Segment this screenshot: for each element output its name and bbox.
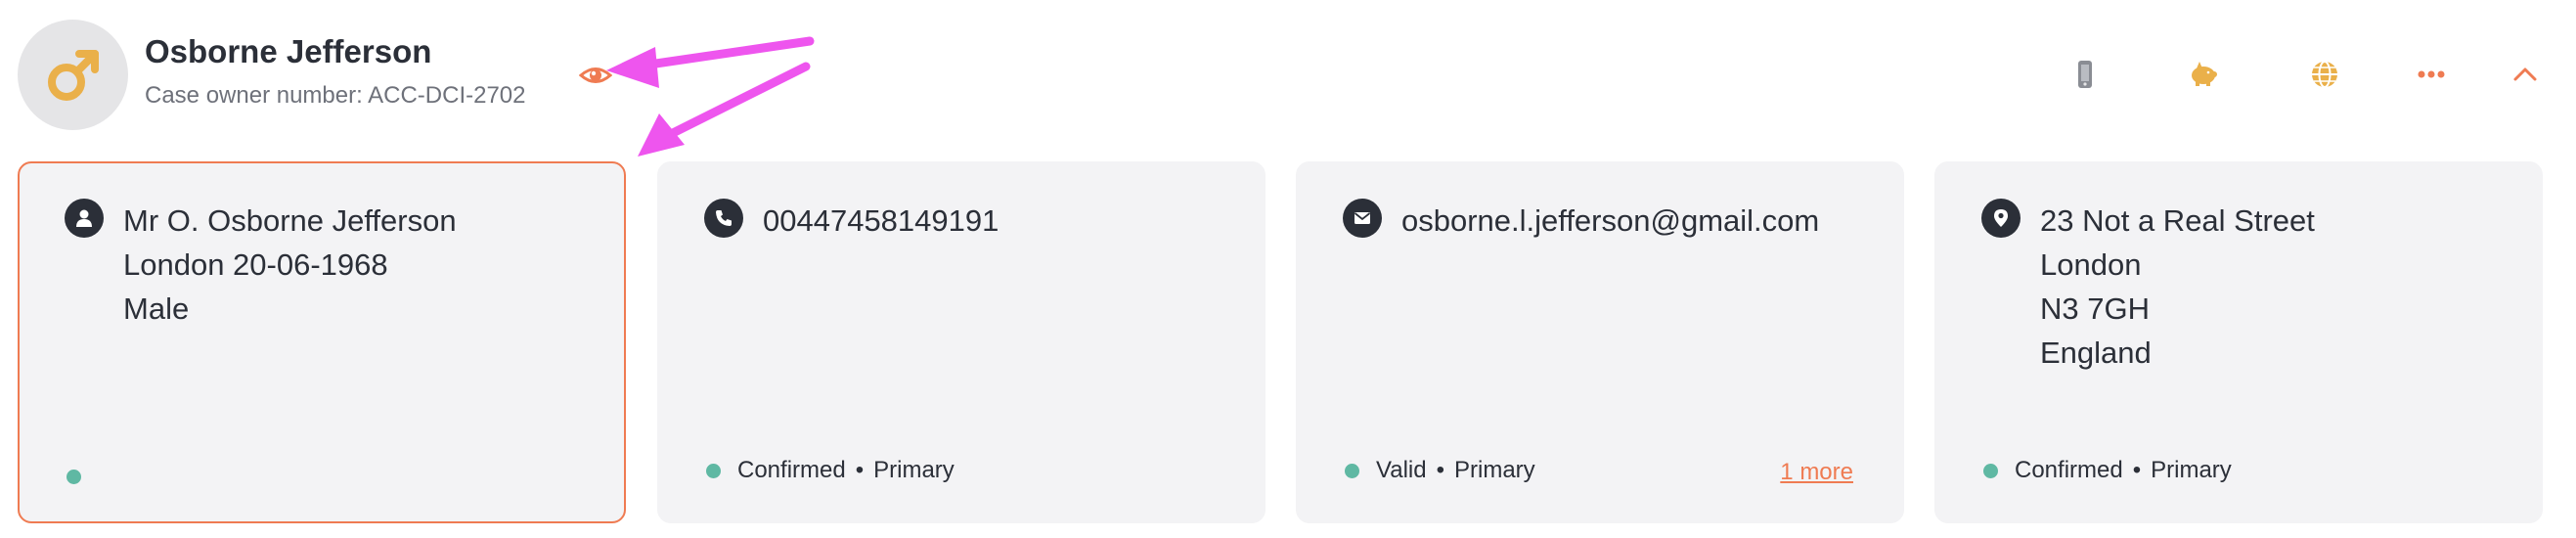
male-symbol-icon	[47, 49, 99, 101]
person-icon	[65, 199, 104, 238]
case-owner-number: Case owner number: ACC-DCI-2702	[145, 82, 526, 110]
address-details: 23 Not a Real Street London N3 7GH Engla…	[2040, 199, 2315, 375]
phone-number: 00447458149191	[763, 203, 999, 238]
phone-tag: Primary	[873, 457, 955, 483]
status-dot	[1345, 463, 1359, 478]
address-line-postcode: N3 7GH	[2040, 291, 2150, 326]
location-pin-icon	[1981, 199, 2021, 238]
phone-status-label: Confirmed	[737, 457, 846, 483]
piggy-bank-icon[interactable]	[2184, 57, 2223, 92]
annotation-arrows	[606, 36, 815, 157]
email-tag: Primary	[1454, 457, 1535, 483]
email-status: Valid • Primary	[1345, 457, 1535, 484]
email-card[interactable]: osborne.l.jefferson@gmail.com Valid • Pr…	[1296, 161, 1904, 523]
more-emails-link[interactable]: 1 more	[1780, 459, 1853, 486]
chevron-up-icon[interactable]	[2506, 57, 2545, 92]
envelope-icon	[1343, 199, 1382, 238]
case-owner-value: ACC-DCI-2702	[368, 82, 526, 109]
address-line-street: 23 Not a Real Street	[2040, 203, 2315, 238]
identity-line-birth: London 20-06-1968	[123, 247, 388, 282]
email-address: osborne.l.jefferson@gmail.com	[1401, 203, 1820, 238]
avatar	[18, 20, 128, 130]
address-status-label: Confirmed	[2015, 457, 2123, 483]
phone-details: 00447458149191	[763, 199, 999, 243]
email-status-label: Valid	[1376, 457, 1427, 483]
separator: •	[855, 457, 865, 483]
view-eye-icon[interactable]	[578, 61, 613, 90]
phone-card[interactable]: 00447458149191 Confirmed • Primary	[657, 161, 1266, 523]
identity-details: Mr O. Osborne Jefferson London 20-06-196…	[123, 199, 457, 331]
globe-icon[interactable]	[2305, 57, 2344, 92]
status-dot	[1983, 463, 1998, 478]
address-line-city: London	[2040, 247, 2142, 282]
case-owner-label: Case owner number:	[145, 82, 363, 109]
address-card[interactable]: 23 Not a Real Street London N3 7GH Engla…	[1934, 161, 2543, 523]
mobile-phone-icon[interactable]	[2065, 57, 2105, 92]
customer-name: Osborne Jefferson	[145, 33, 432, 69]
phone-status: Confirmed • Primary	[706, 457, 955, 484]
phone-icon	[704, 199, 743, 238]
status-dot	[67, 470, 81, 484]
address-status: Confirmed • Primary	[1983, 457, 2232, 484]
address-tag: Primary	[2151, 457, 2232, 483]
identity-line-name: Mr O. Osborne Jefferson	[123, 203, 457, 238]
identity-card[interactable]: Mr O. Osborne Jefferson London 20-06-196…	[18, 161, 626, 523]
email-details: osborne.l.jefferson@gmail.com	[1401, 199, 1819, 243]
separator: •	[2132, 457, 2142, 483]
status-dot	[706, 463, 721, 478]
more-options-icon[interactable]	[2412, 57, 2451, 92]
identity-line-gender: Male	[123, 291, 190, 326]
identity-status	[67, 470, 98, 484]
separator: •	[1436, 457, 1444, 483]
address-line-country: England	[2040, 336, 2152, 370]
